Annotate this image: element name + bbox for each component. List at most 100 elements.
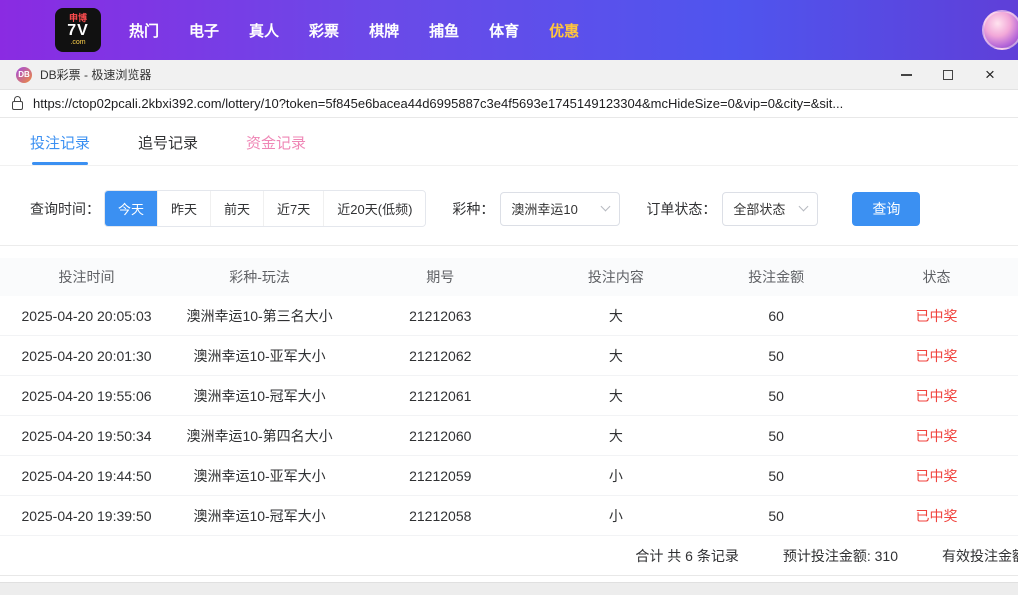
chevron-down-icon bbox=[798, 201, 809, 212]
time-option-day-before[interactable]: 前天 bbox=[210, 191, 264, 226]
cell-bet-content: 大 bbox=[608, 347, 623, 364]
cell-lottery-play: 澳洲幸运10-第四名大小 bbox=[186, 427, 333, 444]
lottery-filter-label: 彩种： bbox=[452, 200, 495, 217]
status-badge: 已中奖 bbox=[915, 467, 958, 484]
cell-bet-content: 大 bbox=[608, 307, 623, 324]
nav-item-live[interactable]: 真人 bbox=[249, 20, 279, 41]
logo-line3: .com bbox=[70, 39, 86, 46]
order-status-select[interactable]: 全部状态 bbox=[722, 191, 819, 226]
cell-issue: 21212062 bbox=[409, 347, 472, 364]
cell-bet-amount: 50 bbox=[768, 387, 784, 404]
screen: 申博 7V .com 热门 电子 真人 彩票 棋牌 捕鱼 体育 优惠 DB DB… bbox=[0, 0, 1018, 595]
cell-issue: 21212060 bbox=[409, 427, 472, 444]
table-row: 2025-04-20 19:55:06 澳洲幸运10-冠军大小 21212061… bbox=[0, 376, 1018, 416]
status-badge: 已中奖 bbox=[915, 387, 958, 404]
lottery-records-page: 投注记录 追号记录 资金记录 查询时间： 今天 昨天 前天 近7天 近20天(低… bbox=[0, 118, 1018, 595]
time-option-yesterday[interactable]: 昨天 bbox=[157, 191, 211, 226]
chevron-down-icon bbox=[600, 201, 611, 212]
search-button[interactable]: 查询 bbox=[852, 191, 921, 226]
close-button[interactable]: × bbox=[976, 63, 1004, 87]
time-option-7days[interactable]: 近7天 bbox=[263, 191, 324, 226]
time-option-20days[interactable]: 近20天(低频) bbox=[323, 191, 426, 226]
cell-bet-time: 2025-04-20 19:44:50 bbox=[21, 467, 152, 484]
cell-issue: 21212058 bbox=[409, 507, 472, 524]
lottery-select[interactable]: 澳洲幸运10 bbox=[500, 191, 621, 226]
status-badge: 已中奖 bbox=[915, 427, 958, 444]
table-row: 2025-04-20 19:44:50 澳洲幸运10-亚军大小 21212059… bbox=[0, 456, 1018, 496]
cell-bet-time: 2025-04-20 20:01:30 bbox=[21, 347, 152, 364]
cell-bet-amount: 50 bbox=[768, 507, 784, 524]
lock-icon[interactable] bbox=[12, 96, 23, 110]
cell-bet-time: 2025-04-20 19:50:34 bbox=[21, 427, 152, 444]
cell-bet-time: 2025-04-20 19:55:06 bbox=[21, 387, 152, 404]
total-records-text: 合计 共 6 条记录 bbox=[635, 547, 739, 564]
expected-bet-amount-text: 预计投注金额: 310 bbox=[782, 547, 898, 564]
status-filter-label: 订单状态： bbox=[646, 200, 717, 217]
table-row: 2025-04-20 19:50:34 澳洲幸运10-第四名大小 2121206… bbox=[0, 416, 1018, 456]
table-row: 2025-04-20 19:39:50 澳洲幸运10-冠军大小 21212058… bbox=[0, 496, 1018, 536]
cell-lottery-play: 澳洲幸运10-亚军大小 bbox=[193, 347, 326, 364]
tab-chase-records[interactable]: 追号记录 bbox=[138, 132, 198, 165]
table-header: 投注时间 彩种-玩法 期号 投注内容 投注金额 状态 bbox=[0, 258, 1018, 296]
site-logo[interactable]: 申博 7V .com bbox=[55, 8, 101, 52]
nav-item-sports[interactable]: 体育 bbox=[489, 20, 519, 41]
header-status: 状态 bbox=[922, 269, 951, 285]
header-lottery-play: 彩种-玩法 bbox=[229, 269, 290, 285]
cell-issue: 21212059 bbox=[409, 467, 472, 484]
table-row: 2025-04-20 20:01:30 澳洲幸运10-亚军大小 21212062… bbox=[0, 336, 1018, 376]
time-filter-label: 查询时间： bbox=[30, 200, 100, 217]
header-issue: 期号 bbox=[426, 269, 455, 285]
main-nav: 热门 电子 真人 彩票 棋牌 捕鱼 体育 优惠 bbox=[129, 20, 579, 41]
cell-bet-amount: 50 bbox=[768, 467, 784, 484]
cell-bet-content: 大 bbox=[608, 387, 623, 404]
cell-issue: 21212061 bbox=[409, 387, 472, 404]
logo-line2: 7V bbox=[67, 22, 89, 39]
cell-issue: 21212063 bbox=[409, 307, 472, 324]
site-topbar: 申博 7V .com 热门 电子 真人 彩票 棋牌 捕鱼 体育 优惠 bbox=[0, 0, 1018, 60]
valid-bet-amount-text: 有效投注金额 bbox=[942, 547, 1018, 564]
user-avatar[interactable] bbox=[982, 10, 1018, 50]
cell-bet-amount: 50 bbox=[768, 347, 784, 364]
nav-item-fishing[interactable]: 捕鱼 bbox=[429, 20, 459, 41]
time-filter-group: 今天 昨天 前天 近7天 近20天(低频) bbox=[104, 190, 427, 227]
status-badge: 已中奖 bbox=[915, 307, 958, 324]
minimize-icon bbox=[900, 73, 912, 76]
header-bet-amount: 投注金额 bbox=[748, 269, 805, 285]
maximize-icon bbox=[943, 69, 953, 80]
window-controls: × bbox=[892, 63, 1004, 87]
cell-lottery-play: 澳洲幸运10-第三名大小 bbox=[186, 307, 333, 324]
cell-bet-time: 2025-04-20 20:05:03 bbox=[21, 307, 152, 324]
close-icon: × bbox=[985, 65, 995, 84]
cell-lottery-play: 澳洲幸运10-冠军大小 bbox=[193, 387, 326, 404]
nav-item-slots[interactable]: 电子 bbox=[189, 20, 219, 41]
tab-bet-records[interactable]: 投注记录 bbox=[30, 132, 90, 165]
tab-fund-records[interactable]: 资金记录 bbox=[246, 132, 306, 165]
filter-bar: 查询时间： 今天 昨天 前天 近7天 近20天(低频) 彩种： 澳洲幸运10 订… bbox=[0, 166, 1018, 246]
table-footer: 合计 共 6 条记录 预计投注金额: 310 有效投注金额 bbox=[0, 536, 1018, 576]
nav-item-cards[interactable]: 棋牌 bbox=[369, 20, 399, 41]
cell-lottery-play: 澳洲幸运10-亚军大小 bbox=[193, 467, 326, 484]
cell-bet-amount: 60 bbox=[768, 307, 784, 324]
header-bet-time: 投注时间 bbox=[58, 269, 115, 285]
cell-lottery-play: 澳洲幸运10-冠军大小 bbox=[193, 507, 326, 524]
nav-item-hot[interactable]: 热门 bbox=[129, 20, 159, 41]
address-bar[interactable]: https://ctop02pcali.2kbxi392.com/lottery… bbox=[0, 90, 1018, 118]
order-status-value: 全部状态 bbox=[733, 202, 786, 217]
cell-bet-content: 小 bbox=[608, 467, 623, 484]
nav-item-lottery[interactable]: 彩票 bbox=[309, 20, 339, 41]
header-bet-content: 投注内容 bbox=[587, 269, 644, 285]
time-option-today[interactable]: 今天 bbox=[105, 191, 158, 226]
window-title: DB彩票 - 极速浏览器 bbox=[40, 68, 152, 82]
cell-bet-content: 小 bbox=[608, 507, 623, 524]
maximize-button[interactable] bbox=[934, 63, 962, 87]
url-text[interactable]: https://ctop02pcali.2kbxi392.com/lottery… bbox=[33, 96, 843, 111]
browser-titlebar: DB DB彩票 - 极速浏览器 × bbox=[0, 60, 1018, 90]
browser-app-icon: DB bbox=[16, 66, 32, 83]
status-badge: 已中奖 bbox=[915, 507, 958, 524]
browser-window: DB DB彩票 - 极速浏览器 × https://ctop02pcali.2k… bbox=[0, 60, 1018, 595]
window-bottom-strip bbox=[0, 582, 1018, 595]
cell-bet-amount: 50 bbox=[768, 427, 784, 444]
minimize-button[interactable] bbox=[892, 63, 920, 87]
nav-item-promotions[interactable]: 优惠 bbox=[549, 20, 579, 41]
table-row: 2025-04-20 20:05:03 澳洲幸运10-第三名大小 2121206… bbox=[0, 296, 1018, 336]
